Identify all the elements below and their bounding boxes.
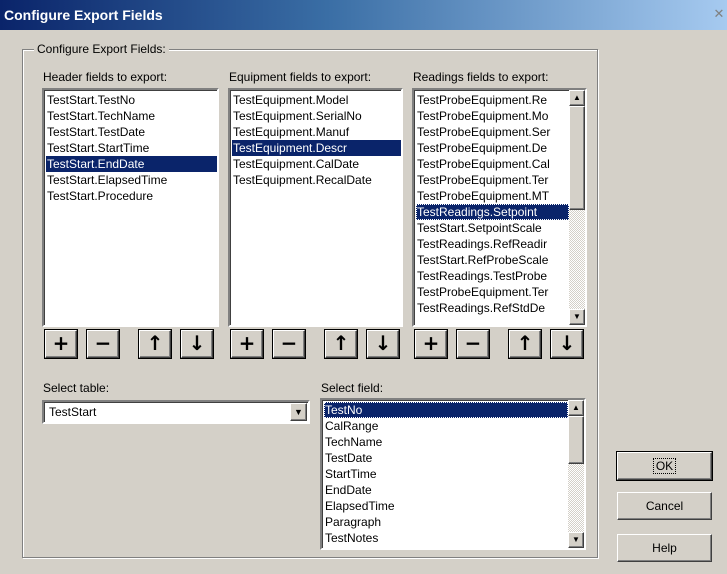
minus-icon: − <box>280 331 298 355</box>
ok-button[interactable]: OK <box>617 452 712 480</box>
close-button[interactable]: ✕ <box>711 8 727 22</box>
readings-move-up-button[interactable]: ↑ <box>509 330 541 358</box>
arrow-up-icon: ↑ <box>516 331 534 355</box>
list-item[interactable]: TestEquipment.SerialNo <box>232 108 401 124</box>
list-item[interactable]: TestStart.TestDate <box>46 124 217 140</box>
arrow-down-icon: ↓ <box>558 331 576 355</box>
cancel-button[interactable]: Cancel <box>617 492 712 520</box>
header-fields-list[interactable]: TestStart.TestNo TestStart.TechName TestSt… <box>42 88 219 327</box>
equipment-move-down-button[interactable]: ↓ <box>367 330 399 358</box>
readings-move-down-button[interactable]: ↓ <box>551 330 583 358</box>
list-item[interactable]: StartTime <box>324 466 568 482</box>
scroll-down-icon: ▼ <box>572 535 580 544</box>
list-item[interactable]: TestNotes <box>324 530 568 546</box>
list-item[interactable]: TestProbeEquipment.Re <box>416 92 569 108</box>
list-item[interactable]: CalRange <box>324 418 568 434</box>
scroll-up-icon: ▲ <box>573 93 581 102</box>
scroll-down-button[interactable]: ▼ <box>569 309 585 325</box>
title-bar: Configure Export Fields <box>0 0 727 30</box>
select-field-label: Select field: <box>321 381 384 395</box>
equipment-add-button[interactable]: + <box>231 330 263 358</box>
readings-add-button[interactable]: + <box>415 330 447 358</box>
minus-icon: − <box>94 331 112 355</box>
list-item[interactable]: Paragraph <box>324 514 568 530</box>
list-item[interactable]: TestEquipment.CalDate <box>232 156 401 172</box>
list-item[interactable]: TestStart.Procedure <box>46 188 217 204</box>
list-item[interactable]: TestStart.StartTime <box>46 140 217 156</box>
list-item[interactable]: TestProbeEquipment.Ter <box>416 284 569 300</box>
equipment-fields-label: Equipment fields to export: <box>229 70 372 84</box>
list-item[interactable]: TestReadings.RefStdDe <box>416 300 569 316</box>
list-item[interactable]: TestEquipment.RecalDate <box>232 172 401 188</box>
plus-icon: + <box>422 331 440 355</box>
list-item[interactable]: TestProbeEquipment.Mo <box>416 108 569 124</box>
minus-icon: − <box>464 331 482 355</box>
header-fields-label: Header fields to export: <box>43 70 168 84</box>
select-table-value: TestStart <box>49 405 97 419</box>
list-item[interactable]: EndDate <box>324 482 568 498</box>
equipment-move-up-button[interactable]: ↑ <box>325 330 357 358</box>
cancel-label: Cancel <box>645 499 684 513</box>
scroll-down-button[interactable]: ▼ <box>568 532 584 548</box>
list-item[interactable]: TestStart.EndDate <box>46 156 217 172</box>
arrow-up-icon: ↑ <box>332 331 350 355</box>
list-item[interactable]: TestStart.RefProbeScale <box>416 252 569 268</box>
list-item[interactable]: TestDate <box>324 450 568 466</box>
list-item[interactable]: TestEquipment.Model <box>232 92 401 108</box>
readings-fields-list[interactable]: TestProbeEquipment.Re TestProbeEquipment.… <box>412 88 587 327</box>
ok-label: OK <box>652 458 677 474</box>
select-table-label: Select table: <box>43 381 110 395</box>
group-label: Configure Export Fields: <box>34 42 169 56</box>
scroll-thumb[interactable] <box>568 416 584 464</box>
list-item[interactable]: TechName <box>324 434 568 450</box>
equipment-remove-button[interactable]: − <box>273 330 305 358</box>
list-item[interactable]: TestReadings.RefReadir <box>416 236 569 252</box>
list-item[interactable]: TestStart.TechName <box>46 108 217 124</box>
list-item[interactable]: TestProbeEquipment.Cal <box>416 156 569 172</box>
list-item[interactable]: ElapsedTime <box>324 498 568 514</box>
arrow-up-icon: ↑ <box>146 331 164 355</box>
equipment-fields-list[interactable]: TestEquipment.Model TestEquipment.SerialN… <box>228 88 403 327</box>
list-item[interactable]: TestProbeEquipment.De <box>416 140 569 156</box>
list-item[interactable]: TestProbeEquipment.Ser <box>416 124 569 140</box>
scroll-up-button[interactable]: ▲ <box>568 400 584 416</box>
select-field-scrollbar[interactable]: ▲ ▼ <box>568 400 584 548</box>
list-item[interactable]: TestProbeEquipment.Ter <box>416 172 569 188</box>
readings-scrollbar[interactable]: ▲ ▼ <box>569 90 585 325</box>
arrow-down-icon: ↓ <box>188 331 206 355</box>
header-remove-button[interactable]: − <box>87 330 119 358</box>
plus-icon: + <box>52 331 70 355</box>
list-item[interactable]: TestNo <box>324 402 568 418</box>
help-button[interactable]: Help <box>617 534 712 562</box>
readings-remove-button[interactable]: − <box>457 330 489 358</box>
header-add-button[interactable]: + <box>45 330 77 358</box>
scroll-thumb[interactable] <box>569 106 585 210</box>
dropdown-button[interactable]: ▼ <box>290 403 307 421</box>
select-field-list[interactable]: TestNo CalRange TechName TestDate StartTime E… <box>320 398 586 550</box>
arrow-down-icon: ↓ <box>374 331 392 355</box>
list-item[interactable]: TestEquipment.Descr <box>232 140 401 156</box>
scroll-up-button[interactable]: ▲ <box>569 90 585 106</box>
list-item[interactable]: TestReadings.Setpoint <box>416 204 569 220</box>
list-item[interactable]: TestStart.ElapsedTime <box>46 172 217 188</box>
plus-icon: + <box>238 331 256 355</box>
list-item[interactable]: TestStart.SetpointScale <box>416 220 569 236</box>
header-move-down-button[interactable]: ↓ <box>181 330 213 358</box>
window-title: Configure Export Fields <box>4 7 163 23</box>
scroll-down-icon: ▼ <box>573 312 581 321</box>
list-item[interactable]: TestReadings.TestProbe <box>416 268 569 284</box>
close-icon: ✕ <box>713 7 725 22</box>
readings-fields-label: Readings fields to export: <box>413 70 549 84</box>
select-table-dropdown[interactable]: TestStart ▼ <box>42 400 310 424</box>
list-item[interactable]: TestEquipment.Manuf <box>232 124 401 140</box>
chevron-down-icon: ▼ <box>294 407 303 417</box>
list-item[interactable]: TestStart.TestNo <box>46 92 217 108</box>
help-label: Help <box>652 541 677 555</box>
scroll-up-icon: ▲ <box>572 403 580 412</box>
list-item[interactable]: TestProbeEquipment.MT <box>416 188 569 204</box>
header-move-up-button[interactable]: ↑ <box>139 330 171 358</box>
